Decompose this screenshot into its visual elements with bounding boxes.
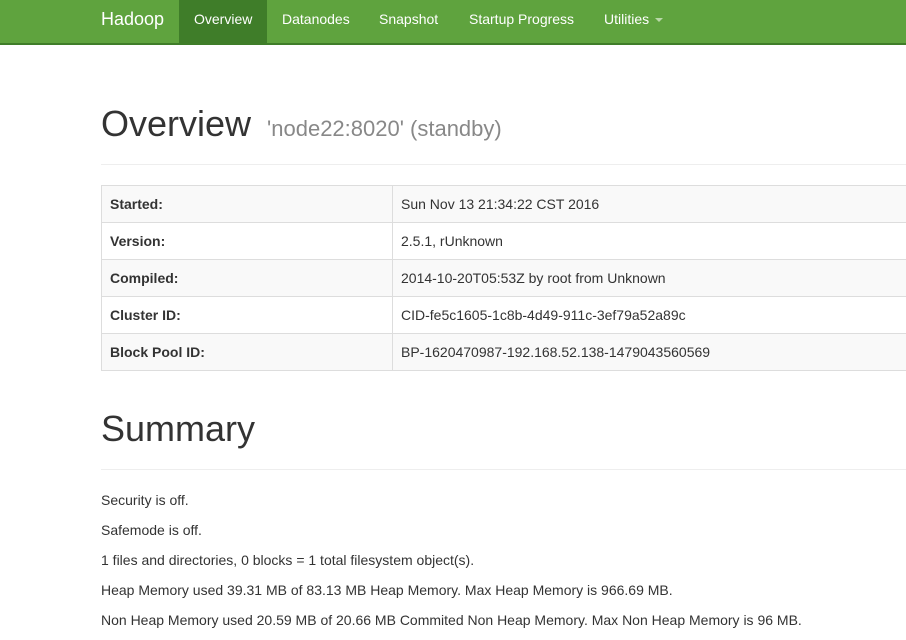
summary-non-heap-memory: Non Heap Memory used 20.59 MB of 20.66 M… xyxy=(101,610,906,640)
row-label: Cluster ID: xyxy=(102,297,393,334)
page-title: Overview 'node22:8020' (standby) xyxy=(101,100,906,153)
nav-tab-datanodes[interactable]: Datanodes xyxy=(267,0,365,43)
brand-link[interactable]: Hadoop xyxy=(101,0,164,43)
row-value: 2.5.1, rUnknown xyxy=(393,223,906,260)
row-value: Sun Nov 13 21:34:22 CST 2016 xyxy=(393,186,906,223)
summary-safemode-status: Safemode is off. xyxy=(101,520,906,550)
row-label: Version: xyxy=(102,223,393,260)
summary-title: Summary xyxy=(101,405,906,453)
summary-header: Summary xyxy=(101,405,906,470)
nav-tab-overview[interactable]: Overview xyxy=(179,0,267,43)
table-row: Started: Sun Nov 13 21:34:22 CST 2016 xyxy=(102,186,906,223)
row-label: Started: xyxy=(102,186,393,223)
row-value: CID-fe5c1605-1c8b-4d49-911c-3ef79a52a89c xyxy=(393,297,906,334)
row-label: Block Pool ID: xyxy=(102,334,393,371)
row-label: Compiled: xyxy=(102,260,393,297)
caret-down-icon xyxy=(655,18,663,22)
row-value: 2014-10-20T05:53Z by root from Unknown xyxy=(393,260,906,297)
nav-tab-startup-progress[interactable]: Startup Progress xyxy=(454,0,589,43)
nav-tab-snapshot[interactable]: Snapshot xyxy=(364,0,453,43)
row-value: BP-1620470987-192.168.52.138-14790435605… xyxy=(393,334,906,371)
overview-table: Started: Sun Nov 13 21:34:22 CST 2016 Ve… xyxy=(101,185,906,371)
nav-dropdown-utilities[interactable]: Utilities xyxy=(589,0,678,43)
table-row: Version: 2.5.1, rUnknown xyxy=(102,223,906,260)
summary-list: Security is off. Safemode is off. 1 file… xyxy=(101,490,906,640)
top-navbar: Hadoop Overview Datanodes Snapshot Start… xyxy=(0,0,906,45)
nav-utilities-label: Utilities xyxy=(604,11,649,27)
overview-title: Overview xyxy=(101,103,251,144)
table-row: Block Pool ID: BP-1620470987-192.168.52.… xyxy=(102,334,906,371)
overview-header: Overview 'node22:8020' (standby) xyxy=(101,100,906,165)
summary-filesystem-objects: 1 files and directories, 0 blocks = 1 to… xyxy=(101,550,906,580)
table-row: Compiled: 2014-10-20T05:53Z by root from… xyxy=(102,260,906,297)
summary-heap-memory: Heap Memory used 39.31 MB of 83.13 MB He… xyxy=(101,580,906,610)
summary-security-status: Security is off. xyxy=(101,490,906,520)
table-row: Cluster ID: CID-fe5c1605-1c8b-4d49-911c-… xyxy=(102,297,906,334)
overview-subtitle: 'node22:8020' (standby) xyxy=(267,116,502,141)
